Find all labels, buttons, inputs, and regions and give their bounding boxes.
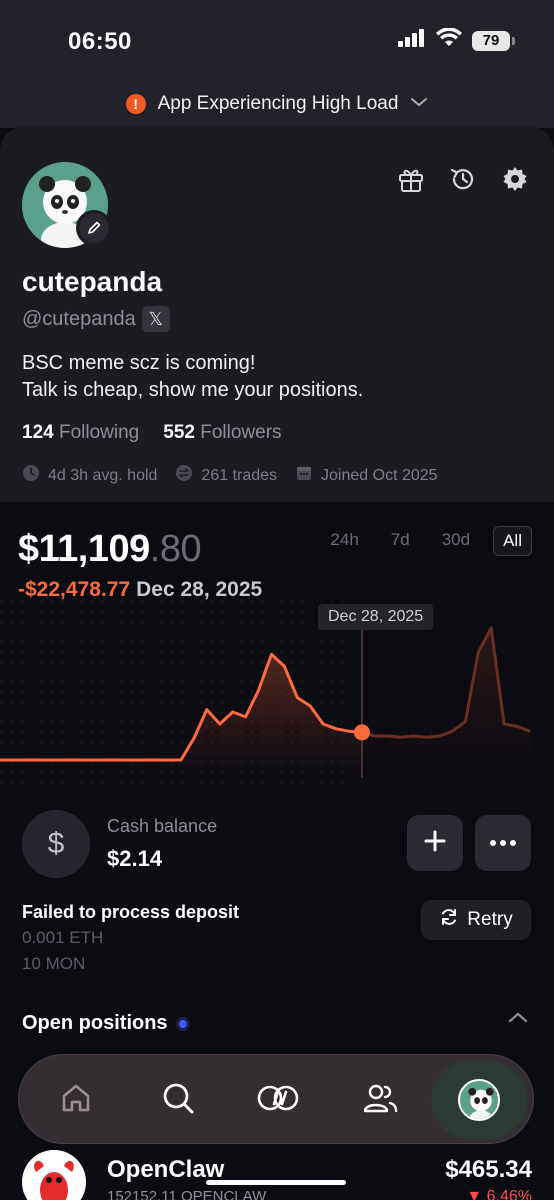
gift-icon[interactable] — [396, 164, 426, 194]
add-cash-button[interactable] — [407, 815, 463, 871]
trade-icon — [256, 1083, 300, 1118]
deposit-error-title: Failed to process deposit — [22, 902, 240, 922]
portfolio-value-cents: .80 — [149, 528, 202, 570]
status-dot-icon — [175, 1016, 190, 1031]
status-bar: 06:50 79 — [0, 0, 554, 80]
portfolio-chart[interactable] — [0, 600, 554, 790]
avg-hold-text: 4d 3h avg. hold — [48, 466, 158, 484]
bio-line: BSC meme scz is coming! — [22, 352, 256, 374]
search-tab[interactable] — [155, 1077, 201, 1123]
trade-tab[interactable] — [255, 1077, 301, 1123]
community-tab[interactable] — [357, 1077, 403, 1123]
warning-icon: ! — [125, 94, 146, 114]
trades-stat: 261 trades — [175, 464, 277, 487]
handle-row: @cutepanda 𝕏 — [22, 306, 170, 332]
profile-card: cutepanda @cutepanda 𝕏 BSC meme scz is c… — [0, 126, 554, 502]
retry-button[interactable]: Retry — [421, 900, 531, 940]
range-tab-all[interactable]: All — [493, 526, 532, 556]
joined-text: Joined Oct 2025 — [321, 466, 438, 484]
signal-icon — [398, 29, 426, 52]
deposit-error-line: 0.001 ETH — [22, 928, 104, 947]
profile-actions — [396, 164, 530, 194]
avatar — [458, 1079, 500, 1121]
cash-value: $2.14 — [107, 846, 163, 871]
range-tab-30d[interactable]: 30d — [433, 526, 479, 556]
calendar-icon — [295, 464, 313, 487]
stats-row: 4d 3h avg. hold 261 trades Joined Oct 20… — [22, 464, 438, 487]
following-label: Following — [58, 422, 140, 443]
gear-icon[interactable] — [500, 164, 530, 194]
position-change: ▼ 6.46% — [466, 1188, 532, 1200]
following-count: 124 — [22, 422, 54, 443]
pnl-row: -$22,478.77 Dec 28, 2025 — [18, 578, 262, 602]
deposit-error-line: 10 MON — [22, 954, 86, 973]
open-positions-header[interactable]: Open positions — [22, 1012, 190, 1035]
status-time: 06:50 — [68, 28, 132, 55]
bio: BSC meme scz is coming! Talk is cheap, s… — [22, 350, 363, 404]
chart-tooltip: Dec 28, 2025 — [318, 604, 434, 630]
avg-hold-stat: 4d 3h avg. hold — [22, 464, 157, 487]
home-indicator — [206, 1180, 346, 1185]
home-tab[interactable] — [53, 1077, 99, 1123]
joined-stat: Joined Oct 2025 — [295, 464, 438, 487]
open-positions-title: Open positions — [22, 1012, 168, 1034]
position-value: $465.34 — [445, 1156, 532, 1183]
edit-avatar-button[interactable] — [76, 210, 112, 246]
following-link[interactable]: 124 Following — [22, 422, 139, 444]
swap-icon — [175, 464, 193, 487]
chevron-down-icon — [410, 95, 428, 113]
followers-count: 552 — [163, 422, 195, 443]
cash-label: Cash balance — [107, 816, 218, 836]
pencil-icon — [79, 213, 109, 243]
dollar-icon: $ — [22, 810, 90, 878]
bottom-tab-bar — [18, 1054, 534, 1144]
chart-point-highlight[interactable] — [353, 724, 370, 741]
retry-label: Retry — [467, 909, 513, 930]
range-tabs: 24h 7d 30d All — [321, 526, 532, 556]
status-icons: 79 — [398, 27, 515, 53]
high-load-banner[interactable]: ! App Experiencing High Load — [0, 80, 554, 128]
x-icon[interactable]: 𝕏 — [141, 306, 170, 332]
clock-icon — [22, 464, 40, 487]
followers-label: Followers — [200, 422, 282, 443]
follow-row: 124 Following 552 Followers — [22, 422, 282, 444]
refresh-icon — [439, 907, 459, 933]
followers-link[interactable]: 552 Followers — [163, 422, 281, 444]
handle: @cutepanda — [22, 307, 136, 330]
users-icon — [362, 1082, 398, 1119]
battery-indicator: 79 — [472, 30, 515, 51]
plus-icon — [423, 829, 447, 858]
range-tab-7d[interactable]: 7d — [382, 526, 419, 556]
search-icon — [161, 1081, 195, 1120]
openclaw-logo — [22, 1150, 86, 1200]
portfolio-value-dollars: $11,109 — [18, 528, 150, 570]
wifi-icon — [436, 27, 462, 53]
pnl-date: Dec 28, 2025 — [136, 578, 263, 601]
chevron-up-icon[interactable] — [508, 1010, 528, 1028]
banner-text: App Experiencing High Load — [157, 93, 399, 114]
history-icon[interactable] — [448, 164, 478, 194]
more-options-button[interactable] — [475, 815, 531, 871]
portfolio-value: $11,109.80 — [18, 528, 202, 571]
profile-tab[interactable] — [431, 1061, 527, 1139]
trades-text: 261 trades — [201, 466, 278, 484]
home-icon — [59, 1081, 93, 1120]
more-icon — [489, 834, 517, 852]
range-tab-24h[interactable]: 24h — [321, 526, 367, 556]
username: cutepanda — [22, 266, 163, 297]
pnl-value: -$22,478.77 — [18, 578, 131, 601]
position-amount: 152152.11 OPENCLAW — [107, 1188, 267, 1200]
bio-line: Talk is cheap, show me your positions. — [22, 379, 364, 401]
